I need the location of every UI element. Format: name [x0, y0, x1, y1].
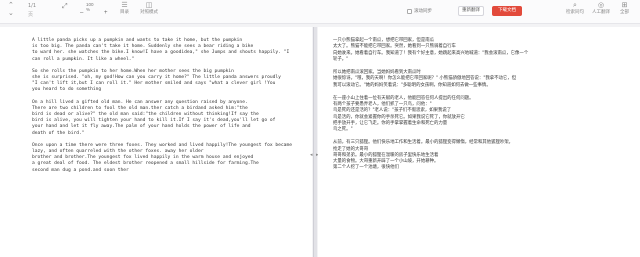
page-current[interactable]: 1/1 [28, 3, 36, 9]
translated-paragraph: 从前，有三只狐狸。他们快乐地工作和生活着。最小的狐狸变得懒惰，经常和其他狐狸吵架… [333, 140, 514, 171]
toc-label: 目录 [120, 10, 129, 15]
source-paragraph: So she rolls the pumpkin to her home.Whe… [32, 68, 281, 93]
source-paragraph: On a hill lived a gifted old man. He can… [32, 99, 276, 136]
pane-splitter[interactable] [313, 27, 317, 257]
retranslate-button[interactable]: 重新翻译 [458, 6, 484, 16]
page-indicator: 1/1 页 [28, 3, 36, 18]
fit-width-button[interactable]: ⤢ [62, 3, 68, 11]
download-button[interactable]: 下载文档 [492, 6, 522, 16]
compare-mode-label: 对照模式 [140, 10, 158, 15]
human-translate-button[interactable]: ◎ 人工翻译 [592, 2, 610, 16]
chevron-up-icon: ⌃ [8, 2, 14, 9]
collapse-left-icon[interactable]: ◂ [310, 152, 313, 158]
checkbox-icon [407, 8, 412, 14]
prev-page-button[interactable]: ⌃ ⌄ [8, 2, 14, 18]
source-paragraph: Once upon a time there were three foxes.… [32, 142, 292, 173]
zoom-in-button[interactable]: + [104, 10, 108, 16]
source-paragraph: A little panda picks up a pumpkin and wa… [32, 38, 290, 62]
translated-paragraph: 一只小熊猫拿起一个南瓜，想把它带回家，但是南瓜 太大了。熊猫不能把它带回家。突然… [333, 38, 529, 62]
splitter-line [313, 27, 314, 257]
more-label: 全部 [620, 10, 629, 15]
human-translate-label: 人工翻译 [592, 10, 610, 15]
zoom-out-button[interactable]: – [80, 10, 83, 16]
more-button[interactable]: ⊞ 全部 [620, 2, 629, 16]
columns-icon: ◫ [145, 2, 153, 9]
translated-paragraph: 所以她把南瓜滚回家。当她妈妈看到大南瓜时 她很惊讶。"哦，我的天啊！你怎么能把它… [333, 69, 517, 88]
source-text: A little panda picks up a pumpkin and wa… [32, 38, 308, 180]
translated-text: 一只小熊猫拿起一个南瓜，想把它带回家，但是南瓜 太大了。熊猫不能把它带回家。突然… [333, 38, 629, 179]
top-toolbar: ⌃ ⌄ 1/1 页 ⤢ 100 % – + ☰ 目录 ◫ 对照模式 滚动同步 重… [0, 0, 640, 24]
compare-mode-button[interactable]: ◫ 对照模式 [140, 2, 158, 16]
zoom-value[interactable]: 100 % [86, 2, 94, 12]
search-sentence-button[interactable]: ⌕ 检索同句 [566, 2, 584, 16]
scroll-sync-toggle[interactable]: 滚动同步 [407, 8, 432, 14]
toc-button[interactable]: ☰ 目录 [120, 2, 129, 16]
list-icon: ☰ [121, 2, 128, 9]
person-icon: ◎ [597, 2, 605, 9]
expand-icon: ⤢ [62, 3, 68, 10]
magnifier-icon: ⌕ [573, 2, 577, 9]
chevron-down-icon: ⌄ [8, 10, 14, 17]
grid-icon: ⊞ [621, 2, 628, 9]
scroll-sync-label: 滚动同步 [414, 9, 432, 14]
page-total-label: 页 [28, 12, 34, 18]
search-sentence-label: 检索同句 [566, 10, 584, 15]
translated-paragraph: 在一座小山上住着一位有天赋的老人，他能回答任何人提出的任何问题。 有两个孩子要愚… [333, 95, 474, 133]
